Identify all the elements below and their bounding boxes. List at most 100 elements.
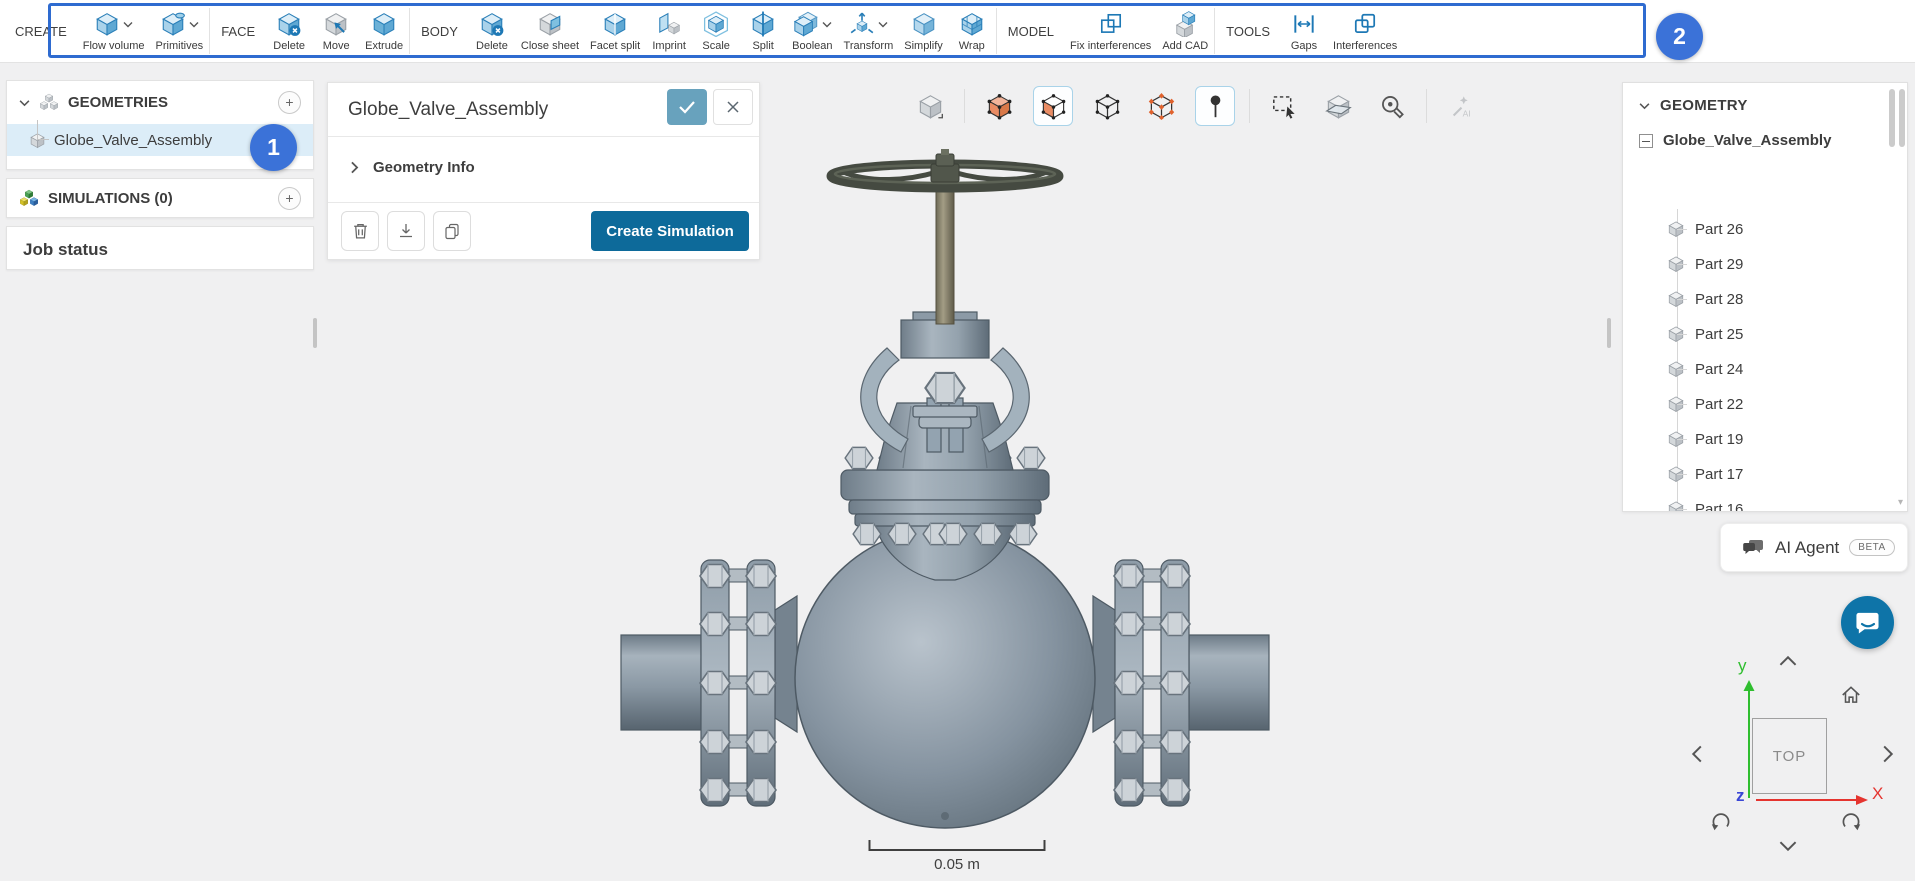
group-label-face: FACE	[216, 24, 260, 39]
job-status-card[interactable]: Job status	[6, 226, 314, 270]
scale-bar: 0.05 m	[868, 840, 1046, 873]
group-label-create: CREATE	[10, 24, 72, 39]
scroll-down-icon[interactable]: ▾	[1898, 497, 1903, 508]
geometry-tree-root[interactable]: Globe_Valve_Assembly	[1623, 122, 1907, 157]
chat-bubbles-icon	[1743, 538, 1765, 557]
measure-tool[interactable]	[1372, 86, 1412, 126]
chevron-down-icon[interactable]	[123, 21, 133, 28]
toolbar-facet-split-button[interactable]: Facet split	[590, 10, 640, 52]
toolbar-interferences-button[interactable]: Interferences	[1333, 10, 1397, 52]
geometry-tree-header[interactable]: GEOMETRY	[1623, 83, 1907, 122]
vertex-select-tool[interactable]	[1141, 86, 1181, 126]
nav-cube-top-face[interactable]: TOP	[1752, 718, 1827, 794]
toolbar-face-delete-button[interactable]: Delete	[271, 10, 307, 52]
wrap-icon	[959, 11, 985, 37]
outer-scrollbar[interactable]	[1899, 89, 1905, 147]
close-button[interactable]	[713, 89, 753, 125]
rotate-cw-icon[interactable]	[1838, 808, 1864, 834]
toolbar-face-move-button[interactable]: Move	[318, 10, 354, 52]
toolbar-flow-volume-button[interactable]: Flow volume	[83, 10, 145, 52]
toolbar-separator	[209, 8, 210, 54]
trash-icon	[352, 222, 369, 240]
inner-scrollbar[interactable]	[1889, 89, 1895, 147]
transform-icon	[849, 11, 875, 37]
toolbar-wrap-button[interactable]: Wrap	[954, 10, 990, 52]
toolbar-simplify-button[interactable]: Simplify	[904, 10, 943, 52]
clip-plane-tool[interactable]	[1318, 86, 1358, 126]
chevron-down-icon[interactable]	[878, 21, 888, 28]
toolbar-fix-interferences-button[interactable]: Fix interferences	[1070, 10, 1151, 52]
left-panel-resize-handle[interactable]	[313, 318, 317, 348]
delete-geometry-button[interactable]	[341, 211, 379, 251]
part-cube-icon	[1667, 325, 1685, 343]
download-geometry-button[interactable]	[387, 211, 425, 251]
tool-separator	[1426, 89, 1427, 123]
add-cad-icon	[1172, 11, 1198, 37]
tree-part-row[interactable]: Part 19	[1623, 423, 1907, 455]
simulations-card: SIMULATIONS (0) +	[6, 178, 314, 218]
geometry-detail-panel: Globe_Valve_Assembly Geometry Info Creat…	[327, 82, 760, 260]
y-axis-label: y	[1738, 656, 1747, 676]
toolbar-gaps-button[interactable]: Gaps	[1286, 10, 1322, 52]
toolbar-transform-button[interactable]: Transform	[844, 10, 894, 52]
geometries-header[interactable]: GEOMETRIES +	[7, 81, 313, 124]
toolbar-group-face: FACE Delete Move Extrude	[216, 10, 403, 52]
toolbar-split-button[interactable]: Split	[745, 10, 781, 52]
home-view-icon[interactable]	[1840, 684, 1862, 706]
clip-plane-icon	[1325, 93, 1352, 120]
tree-part-row[interactable]: Part 28	[1623, 283, 1907, 315]
edge-select-tool[interactable]	[1087, 86, 1127, 126]
rotate-down-chevron-icon[interactable]	[1778, 840, 1798, 853]
ai-tools-button[interactable]: AI	[1441, 86, 1481, 126]
rotate-up-chevron-icon[interactable]	[1778, 654, 1798, 667]
probe-pin-icon	[1202, 93, 1229, 120]
confirm-button[interactable]	[667, 89, 707, 125]
toolbar-face-extrude-button[interactable]: Extrude	[365, 10, 403, 52]
scale-icon	[703, 11, 729, 37]
part-cube-icon	[1667, 255, 1685, 273]
toolbar-add-cad-button[interactable]: Add CAD	[1162, 10, 1208, 52]
tree-part-row[interactable]: Part 26	[1623, 213, 1907, 245]
solid-select-tool[interactable]	[910, 86, 950, 126]
chevron-down-icon[interactable]	[19, 99, 30, 107]
chat-bubble-icon	[1855, 610, 1881, 636]
rotate-left-chevron-icon[interactable]	[1690, 744, 1703, 764]
box-select-tool[interactable]	[1264, 86, 1304, 126]
body-select-tool[interactable]	[979, 86, 1019, 126]
create-simulation-button[interactable]: Create Simulation	[591, 211, 749, 251]
body-delete-icon	[479, 11, 505, 37]
toolbar-body-delete-button[interactable]: Delete	[474, 10, 510, 52]
tool-separator	[964, 89, 965, 123]
copy-geometry-button[interactable]	[433, 211, 471, 251]
right-panel-resize-handle[interactable]	[1607, 318, 1611, 348]
rotate-ccw-icon[interactable]	[1708, 808, 1734, 834]
chevron-down-icon[interactable]	[822, 21, 832, 28]
tree-part-row[interactable]: Part 17	[1623, 458, 1907, 490]
chevron-down-icon[interactable]	[189, 21, 199, 28]
probe-point-tool[interactable]	[1195, 86, 1235, 126]
x-axis-arrow	[1756, 794, 1868, 806]
face-select-tool[interactable]	[1033, 86, 1073, 126]
geometry-info-section[interactable]: Geometry Info	[350, 159, 475, 176]
toolbar-imprint-button[interactable]: Imprint	[651, 10, 687, 52]
toolbar-group-model: MODEL Fix interferences Add CAD	[1003, 10, 1208, 52]
toolbar-boolean-button[interactable]: Boolean	[792, 10, 832, 52]
help-chat-button[interactable]	[1841, 596, 1894, 649]
toolbar-scale-button[interactable]: Scale	[698, 10, 734, 52]
part-cube-icon	[1667, 395, 1685, 413]
add-simulation-button[interactable]: +	[278, 187, 301, 210]
simulations-header[interactable]: SIMULATIONS (0) +	[7, 179, 313, 218]
chevron-down-icon[interactable]	[1639, 102, 1650, 110]
tree-part-row[interactable]: Part 16	[1623, 493, 1907, 512]
tree-part-row[interactable]: Part 25	[1623, 318, 1907, 350]
tree-part-row[interactable]: Part 24	[1623, 353, 1907, 385]
tree-part-row[interactable]: Part 22	[1623, 388, 1907, 420]
tree-part-row[interactable]: Part 29	[1623, 248, 1907, 280]
toolbar-primitives-button[interactable]: Primitives	[156, 10, 204, 52]
rotate-right-chevron-icon[interactable]	[1882, 744, 1895, 764]
toolbar-close-sheet-button[interactable]: Close sheet	[521, 10, 579, 52]
ai-agent-button[interactable]: AI Agent BETA	[1720, 523, 1908, 572]
add-geometry-button[interactable]: +	[278, 91, 301, 114]
collapse-icon[interactable]	[1639, 134, 1653, 148]
solid-cube-icon	[917, 93, 944, 120]
